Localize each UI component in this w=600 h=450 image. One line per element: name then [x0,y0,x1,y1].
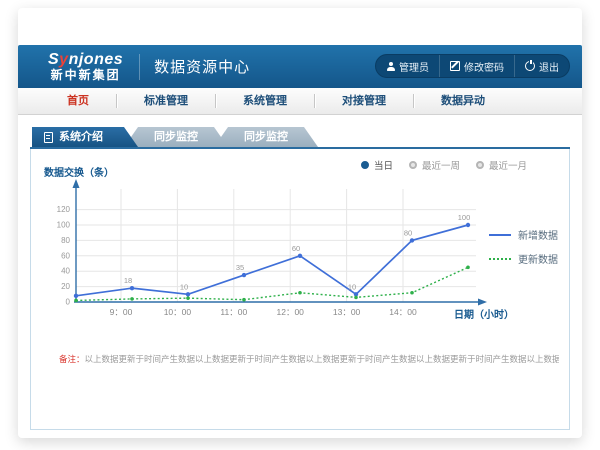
x-tick-label: 9：00 [110,307,133,317]
y-tick-label: 0 [66,298,71,307]
legend-item-更新数据[interactable]: 更新数据 [489,251,558,266]
page-title: 数据资源中心 [154,56,250,77]
point-value-label: 60 [292,244,300,253]
data-point [186,296,190,300]
x-axis-arrow [478,299,487,306]
tab-system-intro[interactable]: 系统介绍 [32,127,138,147]
nav-item-home[interactable]: 首页 [40,88,116,114]
point-value-label: 80 [404,228,412,237]
logo-cn-name: 新中新集团 [48,69,123,82]
tab-sync-monitor-2[interactable]: 同步监控 [214,127,318,147]
x-tick-label: 12：00 [276,307,304,317]
y-axis-arrow [73,179,80,188]
tab-label: 同步监控 [244,131,288,143]
logo-wordmark: Synjones [48,52,123,69]
main-nav: 首页标准管理系统管理对接管理数据异动 [18,88,582,115]
footnote-prefix: 备注： [59,354,85,364]
data-point [74,294,78,298]
data-point [466,223,470,227]
y-tick-label: 20 [61,282,70,291]
footnote-text: 以上数据更新于时间产生数据以上数据更新于时间产生数据以上数据更新于时间产生数据以… [85,354,559,364]
y-axis-title: 数据交换（条） [44,166,114,179]
data-exchange-line-chart: 0 20 40 60 80 100 120 9：00 10：00 11：00 12：00 13：00 1… [31,149,571,430]
point-value-label: 10 [348,282,356,291]
data-point [130,297,134,301]
y-tick-label: 40 [61,267,70,276]
nav-item-interface-mgmt[interactable]: 对接管理 [315,88,413,114]
legend-label: 新增数据 [518,227,558,242]
point-value-label: 10 [180,282,188,291]
legend-swatch [489,258,511,260]
data-point [74,299,78,303]
data-point [298,254,302,258]
app-header: Synjones 新中新集团 数据资源中心 管理员 修改密码 退出 [18,45,582,88]
data-point [466,266,470,270]
edit-icon [450,61,460,71]
x-tick-label: 11：00 [220,307,247,317]
admin-user-button[interactable]: 管理员 [376,55,439,77]
data-point [242,298,246,302]
x-axis-title: 日期（小时） [454,308,514,321]
person-icon [386,62,395,71]
user-toolbar: 管理员 修改密码 退出 [375,54,570,78]
tab-label: 系统介绍 [59,127,103,147]
nav-item-system-mgmt[interactable]: 系统管理 [216,88,314,114]
footnote: 备注：以上数据更新于时间产生数据以上数据更新于时间产生数据以上数据更新于时间产生… [59,353,559,365]
x-tick-label: 13：00 [333,307,361,317]
legend-item-新增数据[interactable]: 新增数据 [489,227,558,242]
admin-user-label: 管理员 [399,59,429,74]
data-point [130,286,134,290]
header-divider [139,54,140,80]
content-panel: 当日最近一周最近一月 0204060801001209：0010：0011：00… [30,149,570,430]
document-icon [44,132,53,143]
tab-label: 同步监控 [154,131,198,143]
tab-sync-monitor-1[interactable]: 同步监控 [124,127,228,147]
legend-label: 更新数据 [518,251,558,266]
y-tick-label: 100 [57,221,71,230]
data-point [298,291,302,295]
chart-legend: 新增数据更新数据 [489,227,558,266]
tab-bar: 系统介绍 同步监控 同步监控 [32,127,318,147]
nav-item-standard-mgmt[interactable]: 标准管理 [117,88,215,114]
data-point [186,292,190,296]
y-tick-label: 120 [57,205,71,214]
change-password-label: 修改密码 [464,59,504,74]
nav-item-data-change[interactable]: 数据异动 [414,88,512,114]
data-point [242,273,246,277]
series-line-更新数据 [76,267,468,300]
logout-label: 退出 [539,59,559,74]
change-password-button[interactable]: 修改密码 [439,55,514,77]
power-icon [525,61,535,71]
y-tick-label: 60 [61,251,70,260]
y-tick-label: 80 [61,236,70,245]
x-tick-label: 10：00 [164,307,192,317]
point-value-label: 35 [236,263,244,272]
point-value-label: 100 [458,213,471,222]
company-logo: Synjones 新中新集团 [48,52,123,81]
point-value-label: 18 [124,276,132,285]
data-point [410,291,414,295]
legend-swatch [489,234,511,236]
x-tick-label: 14：00 [389,307,417,317]
data-point [410,238,414,242]
app-window: Synjones 新中新集团 数据资源中心 管理员 修改密码 退出 首页标准管理… [18,8,582,438]
logout-button[interactable]: 退出 [514,55,569,77]
data-point [354,296,358,300]
